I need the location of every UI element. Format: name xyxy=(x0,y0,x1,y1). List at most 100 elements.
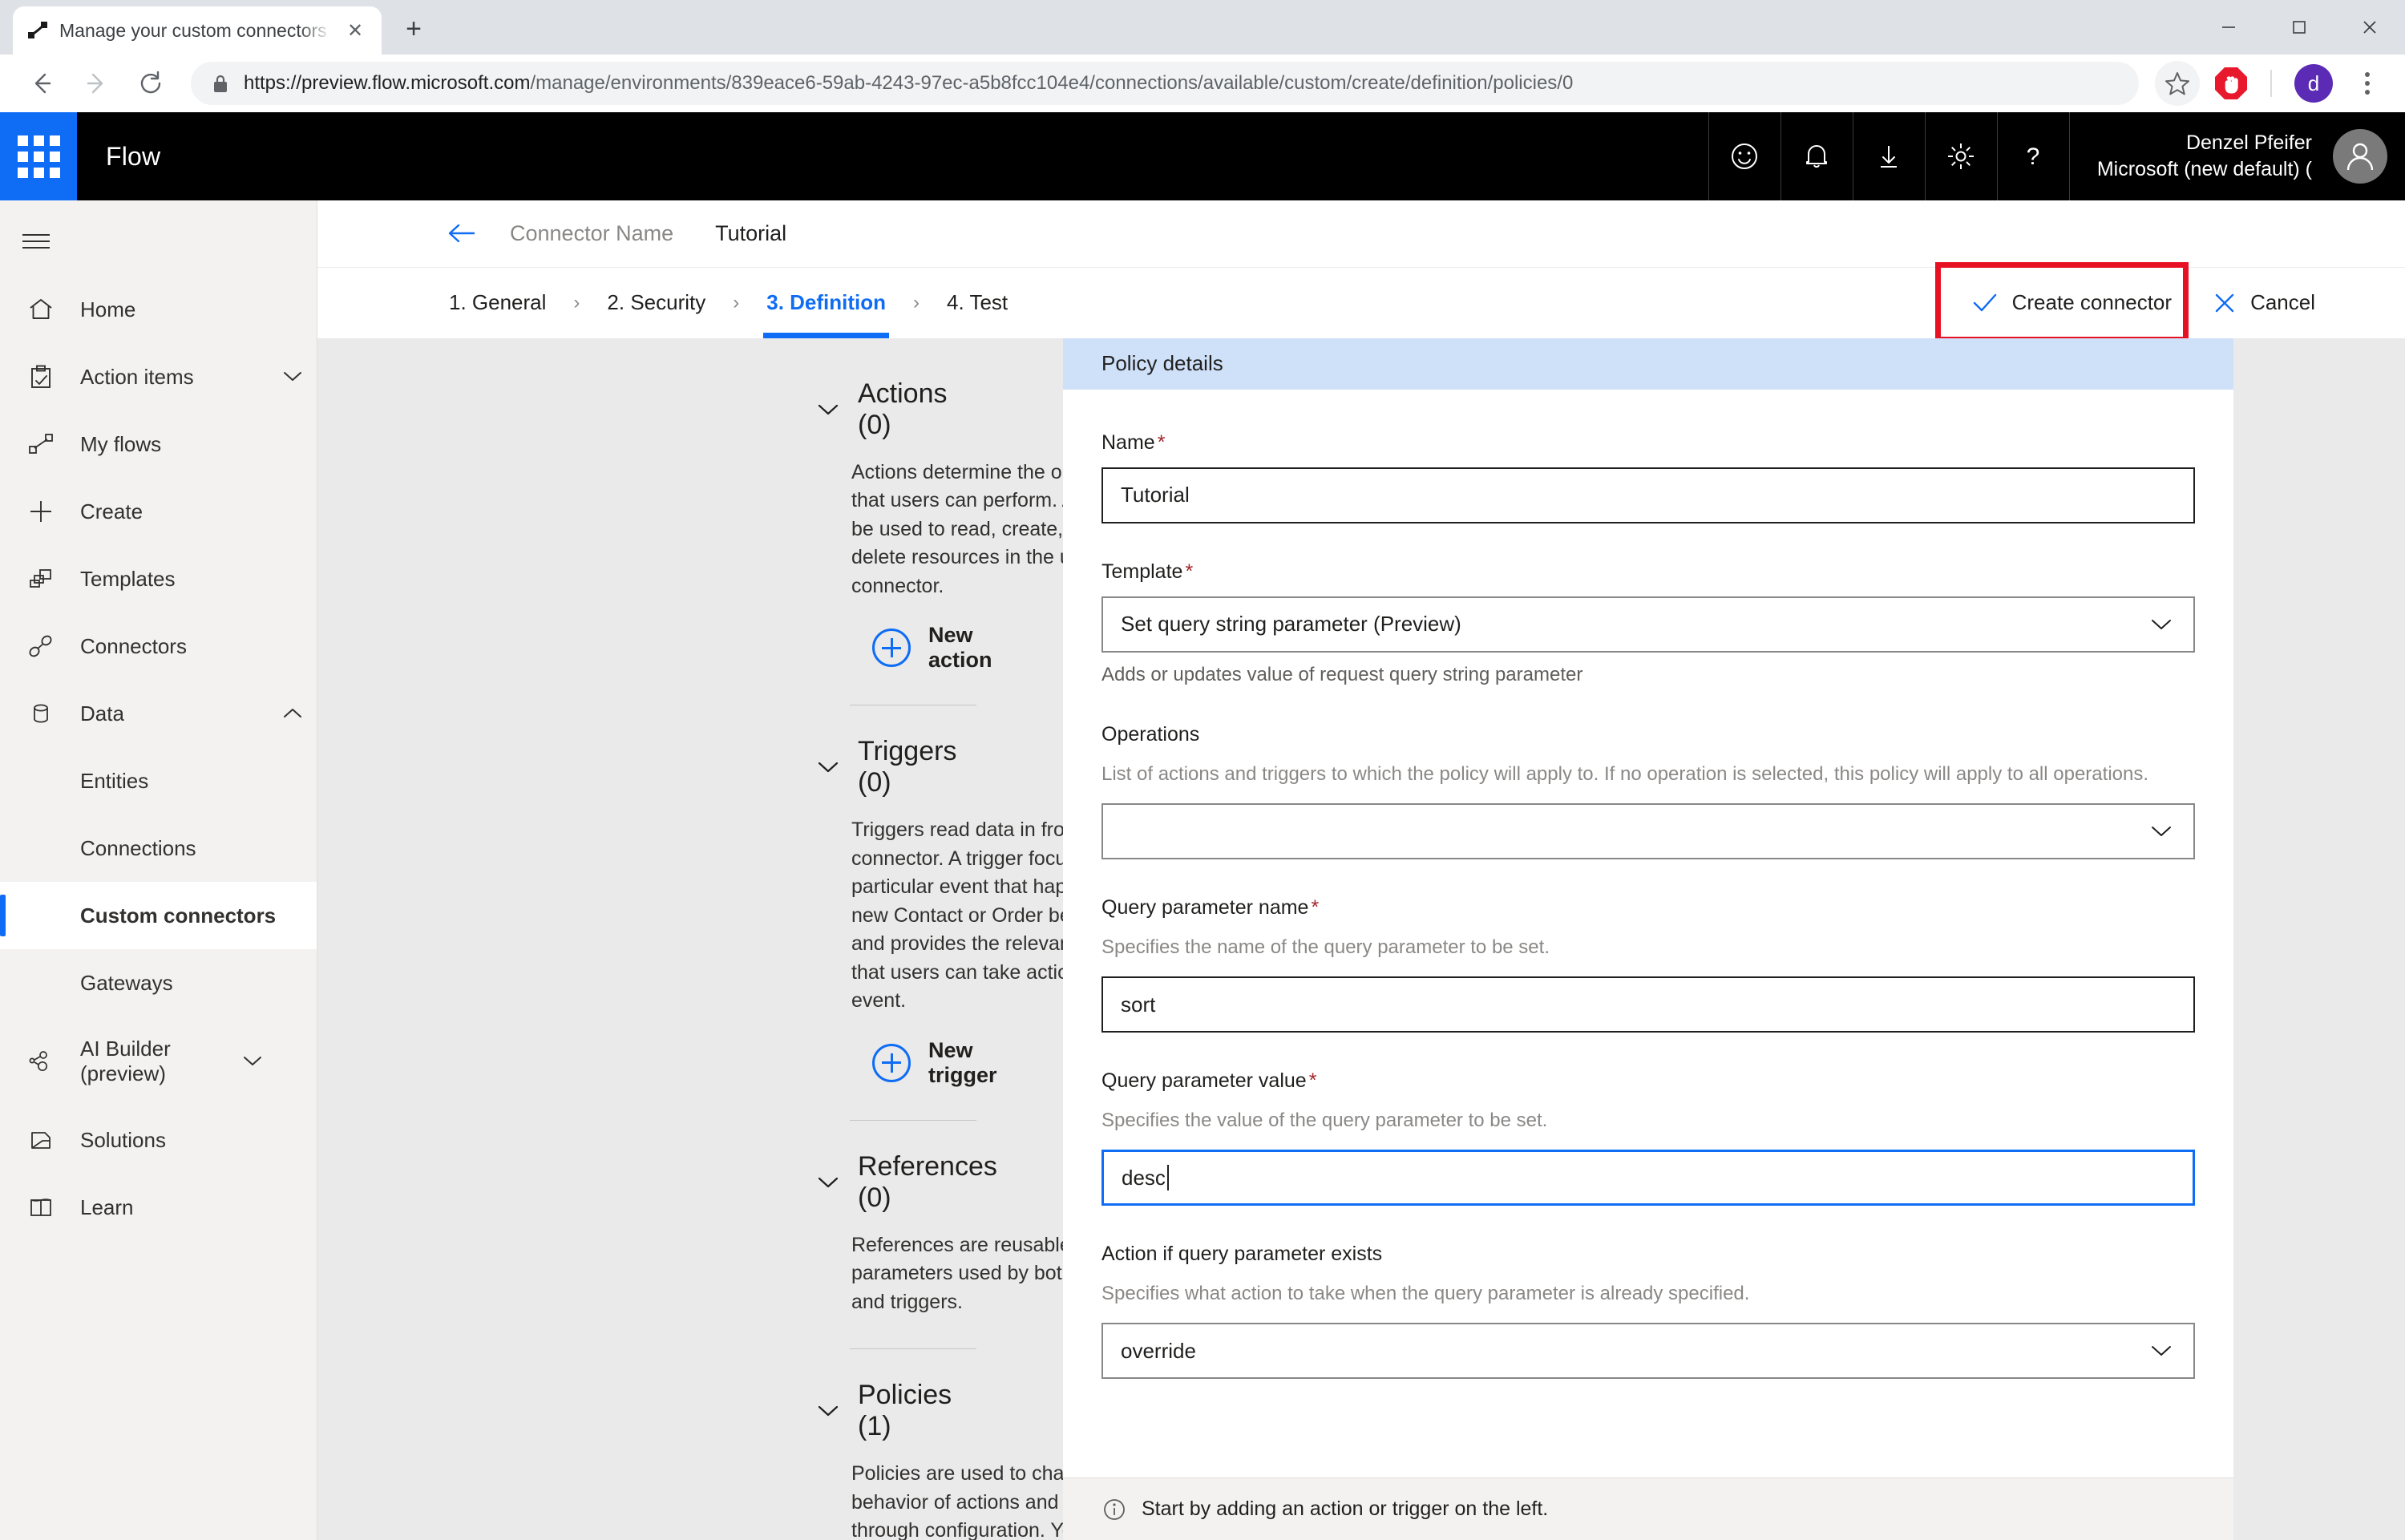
name-label: Name * xyxy=(1101,431,2195,455)
new-trigger-button[interactable]: New trigger xyxy=(872,1038,997,1088)
required-asterisk: * xyxy=(1185,560,1194,583)
sidebar-item-home[interactable]: Home xyxy=(0,276,317,343)
step-definition[interactable]: 3. Definition xyxy=(763,268,889,338)
adblock-icon[interactable] xyxy=(2213,65,2249,102)
sidebar-item-label: Learn xyxy=(80,1194,134,1219)
query-parameter-name-input[interactable]: sort xyxy=(1101,976,2195,1033)
template-select[interactable]: Set query string parameter (Preview) xyxy=(1101,596,2195,653)
reload-icon[interactable] xyxy=(127,59,175,107)
user-name: Denzel Pfeifer xyxy=(2185,131,2312,154)
breadcrumb-value: Tutorial xyxy=(715,220,787,245)
browser-menu-icon[interactable] xyxy=(2347,61,2387,106)
forward-icon xyxy=(72,59,120,107)
window-close-icon[interactable] xyxy=(2334,0,2405,55)
sidebar-item-custom-connectors[interactable]: Custom connectors xyxy=(0,882,317,949)
address-bar-url: https://preview.flow.microsoft.com/manag… xyxy=(244,72,1573,95)
cancel-button[interactable]: Cancel xyxy=(2193,273,2336,333)
section-header[interactable]: Triggers (0) xyxy=(816,736,976,798)
chevron-up-icon[interactable] xyxy=(269,706,317,721)
sidebar-item-gateways[interactable]: Gateways xyxy=(0,949,317,1017)
info-icon xyxy=(1101,1497,1127,1522)
name-value: Tutorial xyxy=(1121,483,1190,507)
sidebar-item-label: Create xyxy=(80,499,143,523)
close-icon[interactable]: ✕ xyxy=(343,18,367,42)
sidebar-item-label: Custom connectors xyxy=(80,903,277,928)
policy-details-region: Policy details Name * Tutorial Template * … xyxy=(1063,338,2405,1540)
template-value: Set query string parameter (Preview) xyxy=(1121,612,1461,637)
sidebar-item-my-flows[interactable]: My flows xyxy=(0,410,317,478)
section-header[interactable]: References (0) xyxy=(816,1151,997,1214)
action-if-exists-hint: Specifies what action to take when the q… xyxy=(1101,1283,1750,1305)
chevron-down-icon[interactable] xyxy=(2150,617,2173,632)
operations-select[interactable] xyxy=(1101,802,2195,859)
name-input[interactable]: Tutorial xyxy=(1101,467,2195,523)
chevron-down-icon[interactable] xyxy=(269,370,317,384)
breadcrumb-label: Connector Name xyxy=(510,220,674,245)
sidebar-item-action-items[interactable]: Action items xyxy=(0,343,317,410)
sidebar-item-label: Connectors xyxy=(80,633,187,658)
section-description: Policies are used to change the behavior… xyxy=(851,1462,1063,1540)
chevron-down-icon[interactable] xyxy=(816,1174,840,1190)
section-description: Actions determine the operations that us… xyxy=(851,460,1063,597)
sidebar-item-data[interactable]: Data xyxy=(0,680,317,747)
step-general[interactable]: 1. General xyxy=(446,268,549,338)
smiley-icon[interactable] xyxy=(1708,112,1781,200)
download-icon[interactable] xyxy=(1852,112,1925,200)
back-arrow-icon[interactable] xyxy=(446,221,478,245)
new-tab-button[interactable]: + xyxy=(391,6,436,51)
field-action-if-exists: Action if query parameter exists Specifi… xyxy=(1101,1243,2195,1380)
ai-builder-icon xyxy=(22,1048,59,1075)
sidebar-item-connectors[interactable]: Connectors xyxy=(0,612,317,680)
profile-avatar[interactable]: d xyxy=(2294,64,2333,103)
sidebar-item-connections[interactable]: Connections xyxy=(0,814,317,882)
section-header[interactable]: Actions (0) xyxy=(816,378,976,441)
avatar[interactable] xyxy=(2333,129,2387,184)
sidebar-item-create[interactable]: Create xyxy=(0,478,317,545)
sidebar-item-templates[interactable]: Templates xyxy=(0,545,317,612)
help-icon[interactable]: ? xyxy=(1996,112,2069,200)
maximize-icon[interactable] xyxy=(2264,0,2334,55)
check-icon xyxy=(1972,293,1998,313)
new-action-button[interactable]: New action xyxy=(872,623,992,673)
sidebar-item-label: My flows xyxy=(80,431,162,456)
sidebar-item-learn[interactable]: Learn xyxy=(0,1174,317,1241)
bookmark-star-icon[interactable] xyxy=(2155,61,2200,106)
chevron-down-icon[interactable] xyxy=(816,402,840,418)
chevron-down-icon[interactable] xyxy=(2150,1344,2173,1358)
query-parameter-value-label: Query parameter value * xyxy=(1101,1069,2195,1093)
chevron-down-icon[interactable] xyxy=(816,759,840,775)
action-if-exists-select[interactable]: override xyxy=(1101,1323,2195,1380)
section-header[interactable]: Policies (1) xyxy=(816,1380,976,1442)
query-parameter-value-input[interactable]: desc xyxy=(1101,1150,2195,1207)
back-icon[interactable] xyxy=(18,59,66,107)
new-trigger-label: New trigger xyxy=(928,1037,997,1087)
qpv-label-text: Query parameter value xyxy=(1101,1069,1307,1093)
hamburger-menu-icon[interactable] xyxy=(0,207,317,276)
chevron-down-icon[interactable] xyxy=(2150,824,2173,839)
step-test[interactable]: 4. Test xyxy=(944,268,1011,338)
app-body: Home Action items My flows Create Templa… xyxy=(0,200,2405,1540)
sidebar-item-solutions[interactable]: Solutions xyxy=(0,1106,317,1174)
chevron-down-icon[interactable] xyxy=(228,1054,277,1069)
section-references: References (0) References are reusable p… xyxy=(317,1151,1063,1317)
user-account[interactable]: Denzel Pfeifer Microsoft (new default) ( xyxy=(2068,112,2405,200)
app-launcher-icon[interactable] xyxy=(0,112,77,200)
sidebar-item-entities[interactable]: Entities xyxy=(0,747,317,814)
main-content: Connector Name Tutorial 1. General › 2. … xyxy=(317,200,2405,1540)
sidebar-item-ai-builder[interactable]: AI Builder (preview) xyxy=(0,1017,317,1106)
minimize-icon[interactable] xyxy=(2193,0,2264,55)
step-security[interactable]: 2. Security xyxy=(604,268,709,338)
url-path: /manage/environments/839eace6-59ab-4243-… xyxy=(530,72,1574,94)
browser-tab[interactable]: Manage your custom connectors ✕ xyxy=(13,6,382,55)
address-bar[interactable]: https://preview.flow.microsoft.com/manag… xyxy=(191,62,2139,105)
plus-icon xyxy=(22,498,59,525)
chevron-down-icon[interactable] xyxy=(816,1403,840,1419)
bell-icon[interactable] xyxy=(1780,112,1853,200)
query-parameter-name-hint: Specifies the name of the query paramete… xyxy=(1101,936,1550,958)
create-connector-button[interactable]: Create connector xyxy=(1951,273,2193,333)
app-brand[interactable]: Flow xyxy=(106,142,160,172)
divider xyxy=(850,1348,976,1350)
command-bar: Create connector Cancel xyxy=(1934,261,2336,342)
name-label-text: Name xyxy=(1101,430,1155,454)
gear-icon[interactable] xyxy=(1924,112,1997,200)
